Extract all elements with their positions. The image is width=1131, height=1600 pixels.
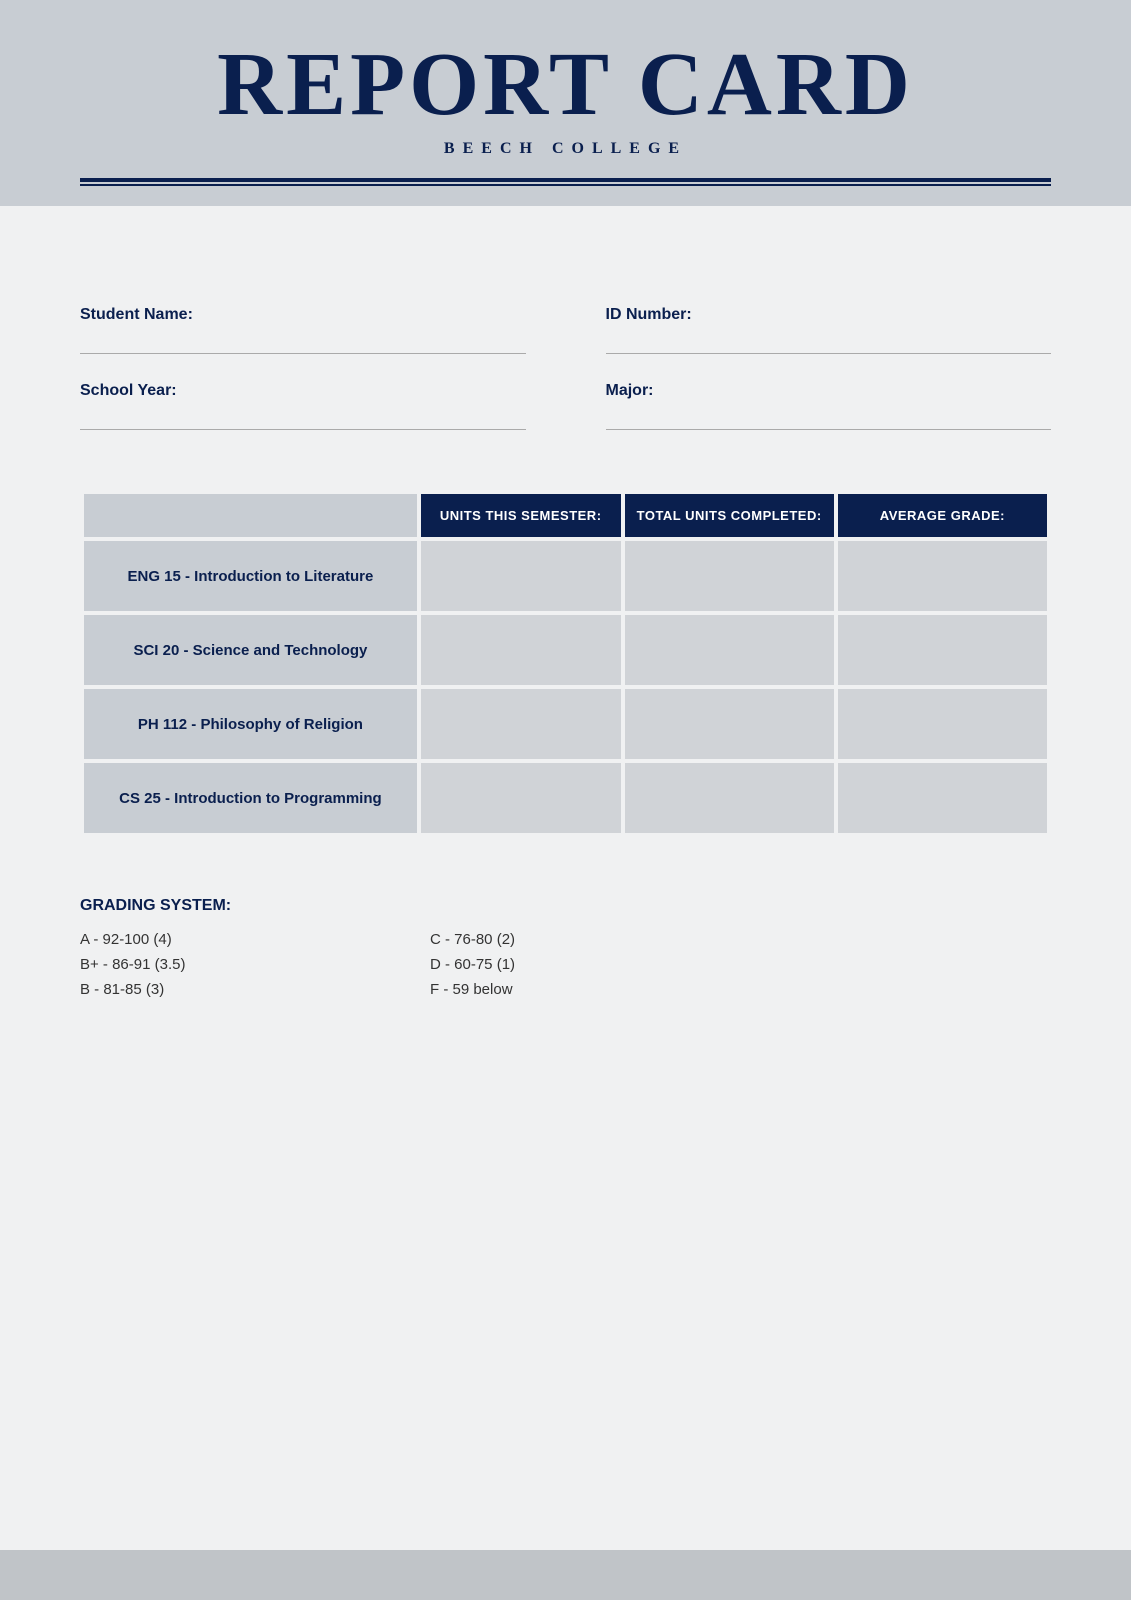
table-row: SCI 20 - Science and Technology (84, 615, 1047, 685)
grade-cell (838, 541, 1047, 611)
main-content: Student Name: ID Number: School Year: Ma… (0, 206, 1131, 1550)
units-cell (421, 689, 621, 759)
footer-bar (0, 1550, 1131, 1600)
divider-bottom (80, 184, 1051, 186)
student-name-line (80, 330, 526, 354)
school-year-label: School Year: (80, 382, 526, 400)
college-name: BEECH COLLEGE (80, 140, 1051, 158)
units-cell (421, 541, 621, 611)
course-name-cell: PH 112 - Philosophy of Religion (84, 689, 417, 759)
units-cell (421, 763, 621, 833)
grading-title: GRADING SYSTEM: (80, 897, 1051, 915)
total-units-cell (625, 763, 834, 833)
grading-item: C - 76-80 (2) (430, 931, 680, 948)
total-units-cell (625, 615, 834, 685)
student-name-label: Student Name: (80, 306, 526, 324)
info-row-1: Student Name: ID Number: (80, 306, 1051, 354)
grading-grid: A - 92-100 (4) C - 76-80 (2) B+ - 86-91 (3… (80, 931, 680, 998)
total-units-cell (625, 689, 834, 759)
units-cell (421, 615, 621, 685)
grade-cell (838, 689, 1047, 759)
grading-item: B - 81-85 (3) (80, 981, 330, 998)
report-card-title: REPORT CARD (80, 40, 1051, 130)
grading-item: F - 59 below (430, 981, 680, 998)
th-total-units: TOTAL UNITS COMPLETED: (625, 494, 834, 537)
id-number-label: ID Number: (606, 306, 1052, 324)
grading-item: A - 92-100 (4) (80, 931, 330, 948)
student-info-section: Student Name: ID Number: School Year: Ma… (80, 306, 1051, 430)
grades-table: UNITS THIS SEMESTER: TOTAL UNITS COMPLET… (80, 490, 1051, 837)
major-label: Major: (606, 382, 1052, 400)
table-row: CS 25 - Introduction to Programming (84, 763, 1047, 833)
grading-item: B+ - 86-91 (3.5) (80, 956, 330, 973)
info-row-2: School Year: Major: (80, 382, 1051, 430)
course-name-cell: SCI 20 - Science and Technology (84, 615, 417, 685)
th-course (84, 494, 417, 537)
table-row: PH 112 - Philosophy of Religion (84, 689, 1047, 759)
course-name-cell: ENG 15 - Introduction to Literature (84, 541, 417, 611)
header-section: REPORT CARD BEECH COLLEGE (0, 0, 1131, 206)
th-units-semester: UNITS THIS SEMESTER: (421, 494, 621, 537)
id-number-field: ID Number: (606, 306, 1052, 354)
major-field: Major: (606, 382, 1052, 430)
total-units-cell (625, 541, 834, 611)
grading-section: GRADING SYSTEM: A - 92-100 (4) C - 76-80 … (80, 897, 1051, 998)
grading-item: D - 60-75 (1) (430, 956, 680, 973)
grade-cell (838, 763, 1047, 833)
major-line (606, 406, 1052, 430)
divider-top (80, 178, 1051, 182)
school-year-field: School Year: (80, 382, 526, 430)
course-name-cell: CS 25 - Introduction to Programming (84, 763, 417, 833)
id-number-line (606, 330, 1052, 354)
th-average-grade: AVERAGE GRADE: (838, 494, 1047, 537)
grade-cell (838, 615, 1047, 685)
school-year-line (80, 406, 526, 430)
table-row: ENG 15 - Introduction to Literature (84, 541, 1047, 611)
student-name-field: Student Name: (80, 306, 526, 354)
